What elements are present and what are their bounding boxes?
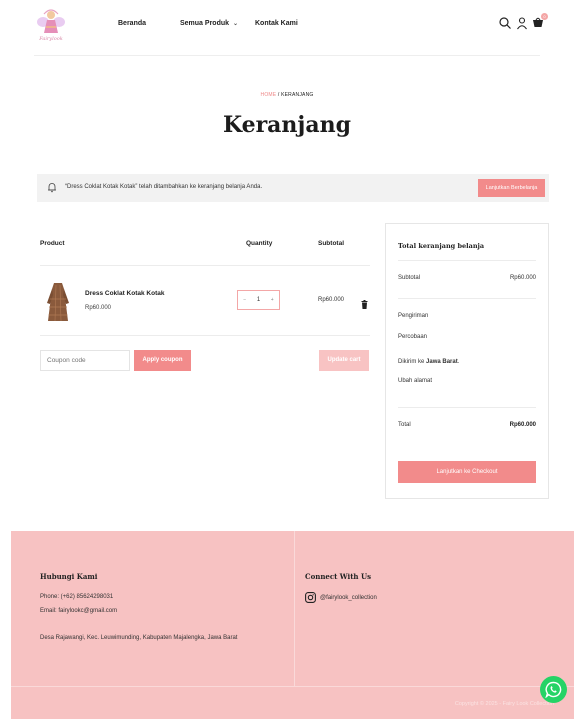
instagram-link[interactable]: @fairylook_collection (305, 592, 377, 603)
ship-to-prefix: Dikirim ke (398, 359, 425, 365)
total-label: Total (398, 422, 411, 428)
quantity-value[interactable]: 1 (257, 297, 260, 303)
shipping-method: Percobaan (398, 334, 428, 340)
footer-column-divider (294, 531, 295, 686)
nav-kontak-kami[interactable]: Kontak Kami (255, 20, 298, 27)
cart-totals-title: Total keranjang belanja (398, 242, 485, 250)
cart-count-badge: 0 (541, 13, 548, 20)
totals-divider (398, 260, 536, 261)
product-thumbnail[interactable] (46, 281, 70, 323)
instagram-handle: @fairylook_collection (320, 594, 377, 601)
site-logo[interactable]: Fairylook (34, 6, 68, 48)
shipping-destination: Dikirim ke Jawa Barat. (398, 359, 460, 365)
apply-coupon-button[interactable]: Apply coupon (134, 350, 191, 371)
search-icon (499, 17, 511, 29)
breadcrumb-home[interactable]: HOME (261, 92, 277, 98)
nav-semua-produk[interactable]: Semua Produk ⌄ (180, 20, 238, 27)
totals-divider (398, 407, 536, 408)
shipping-label: Pengiriman (398, 313, 429, 319)
ship-to-region: Jawa Barat (426, 359, 458, 365)
table-divider (40, 335, 370, 336)
column-header-subtotal: Subtotal (318, 240, 344, 247)
nav-beranda[interactable]: Beranda (118, 20, 146, 27)
quantity-increase-button[interactable]: + (271, 297, 274, 303)
bell-icon (48, 183, 56, 193)
breadcrumb-current: KERANJANG (281, 92, 314, 98)
footer-bottom-divider (11, 686, 574, 687)
instagram-icon (305, 592, 316, 603)
item-subtotal: Rp60.000 (318, 297, 345, 303)
trash-icon (361, 300, 368, 309)
page-title: Keranjang (222, 112, 352, 138)
logo-wordmark: Fairylook (39, 36, 63, 42)
cart-totals-panel: Total keranjang belanja Subtotal Rp60.00… (385, 223, 549, 499)
cart-notice: “Dress Coklat Kotak Kotak” telah ditamba… (37, 174, 549, 202)
nav-label: Beranda (118, 20, 147, 27)
update-cart-button[interactable]: Update cart (319, 350, 369, 371)
footer-connect-title: Connect With Us (305, 572, 372, 581)
whatsapp-chat-button[interactable] (540, 676, 567, 703)
dress-image-icon (47, 283, 69, 322)
totals-divider (398, 298, 536, 299)
cart-button[interactable]: 0 (531, 13, 548, 30)
footer-copyright: Copyright © 2025 - Fairy Look Collection (454, 701, 554, 707)
account-button[interactable] (515, 16, 529, 30)
nav-label: Semua Produk (180, 20, 230, 27)
subtotal-label: Subtotal (398, 275, 421, 281)
footer-phone[interactable]: Phone: (+62) 85624298031 (40, 594, 113, 600)
notice-message: “Dress Coklat Kotak Kotak” telah ditamba… (65, 184, 263, 190)
column-header-product: Product (40, 240, 65, 247)
user-icon (517, 17, 527, 30)
total-value: Rp60.000 (509, 422, 536, 428)
breadcrumb: HOME / KERANJANG (0, 92, 574, 98)
continue-shopping-button[interactable]: Lanjutkan Berbelanja (478, 179, 545, 197)
chevron-down-icon: ⌄ (233, 21, 239, 27)
footer-contact-title: Hubungi Kami (40, 572, 98, 581)
subtotal-value: Rp60.000 (509, 275, 536, 281)
footer-email[interactable]: Email: fairylookc@gmail.com (40, 608, 117, 614)
footer-address: Desa Rajawangi, Kec. Leuwimunding, Kabup… (40, 635, 238, 641)
nav-label: Kontak Kami (255, 20, 298, 27)
remove-item-button[interactable] (361, 296, 368, 309)
proceed-to-checkout-button[interactable]: Lanjutkan ke Checkout (398, 461, 536, 483)
product-name-link[interactable]: Dress Coklat Kotak Kotak (85, 290, 164, 297)
header-divider (34, 55, 540, 56)
table-divider (40, 265, 370, 266)
product-price: Rp60.000 (85, 305, 112, 311)
quantity-decrease-button[interactable]: − (243, 297, 246, 303)
quantity-stepper: − 1 + (237, 290, 280, 310)
change-address-link[interactable]: Ubah alamat (398, 378, 432, 384)
column-header-quantity: Quantity (246, 240, 273, 247)
search-button[interactable] (498, 16, 512, 30)
coupon-code-input[interactable] (40, 350, 130, 371)
breadcrumb-separator: / (277, 92, 280, 98)
site-footer (11, 531, 574, 719)
whatsapp-icon (545, 681, 562, 698)
